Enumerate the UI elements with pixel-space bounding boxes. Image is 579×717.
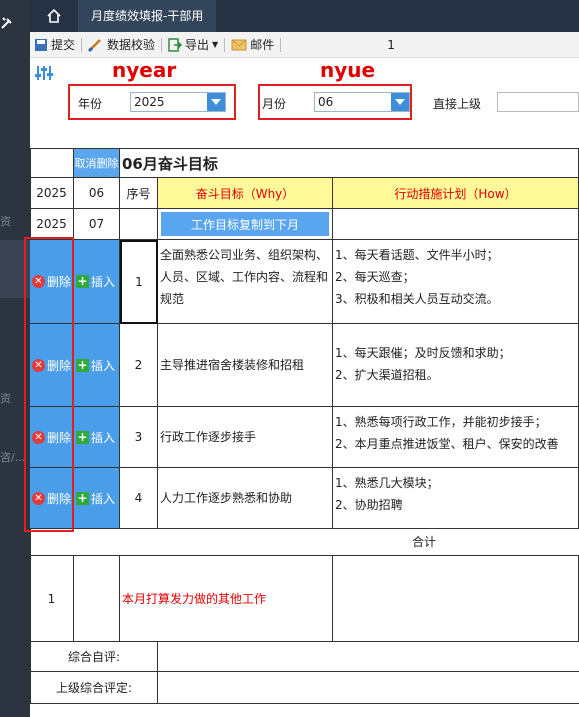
year-label: 年份 bbox=[78, 97, 103, 111]
parameter-panel: nyear nyue 年份 2025 月份 06 直接上级 bbox=[30, 58, 579, 148]
self-eval-label: 综合自评: bbox=[30, 642, 158, 672]
insert-row-button[interactable]: + 插入 bbox=[74, 324, 120, 407]
insert-label: 插入 bbox=[91, 275, 116, 289]
copy-to-next-month-button[interactable]: 工作目标复制到下月 bbox=[161, 212, 329, 236]
measure-line: 3、积极和相关人员互动交流。 bbox=[335, 292, 499, 306]
insert-row-button[interactable]: + 插入 bbox=[74, 240, 120, 324]
next-year: 2025 bbox=[30, 209, 74, 240]
self-eval-input[interactable] bbox=[158, 642, 579, 672]
supervisor-input[interactable] bbox=[497, 92, 579, 112]
plus-icon: + bbox=[76, 274, 89, 288]
year-annotation: nyear bbox=[112, 58, 177, 82]
measure-header: 行动措施计划（How） bbox=[333, 178, 579, 209]
supervisor-label: 直接上级 bbox=[433, 97, 482, 111]
blank-cell bbox=[74, 556, 120, 642]
measure-line: 1、熟悉几大模块； bbox=[335, 476, 439, 490]
chevron-down-icon: ▼ bbox=[212, 40, 219, 49]
submit-label: 提交 bbox=[51, 38, 76, 52]
current-year: 2025 bbox=[30, 178, 74, 209]
current-month: 06 bbox=[74, 178, 120, 209]
plus-icon: + bbox=[76, 490, 89, 505]
measure-line: 1、每天跟催；及时反馈和求助； bbox=[335, 346, 511, 360]
blank-cell bbox=[333, 209, 579, 240]
supervisor-eval-input[interactable] bbox=[158, 672, 579, 704]
plus-icon: + bbox=[76, 429, 89, 444]
plus-icon: + bbox=[76, 357, 89, 372]
measure-line: 1、每天看话题、文件半小时； bbox=[335, 248, 499, 262]
sidebar-item-3[interactable]: 咨/... bbox=[0, 449, 25, 465]
tab-monthly-report[interactable]: 月度绩效填报-干部用 bbox=[78, 0, 216, 32]
chevron-down-icon[interactable] bbox=[207, 93, 225, 111]
insert-label: 插入 bbox=[91, 491, 116, 506]
submit-button[interactable]: 提交 bbox=[30, 34, 79, 56]
insert-label: 插入 bbox=[91, 430, 116, 445]
report-grid: 取消删除 06月奋斗目标 2025 06 序号 奋斗目标（Why） 行动措施计划… bbox=[24, 148, 579, 717]
insert-label: 插入 bbox=[91, 358, 116, 373]
mail-label: 邮件 bbox=[250, 38, 275, 52]
tab-bar: 月度绩效填报-干部用 bbox=[30, 0, 579, 32]
sidebar-item-2[interactable]: 资 bbox=[0, 390, 11, 406]
insert-row-button[interactable]: + 插入 bbox=[74, 407, 120, 468]
supervisor-eval-label: 上级综合评定: bbox=[30, 672, 158, 704]
measure-cell[interactable]: 1、每天跟催；及时反馈和求助； 2、扩大渠道招租。 bbox=[333, 324, 579, 407]
month-label: 月份 bbox=[262, 97, 287, 111]
save-icon bbox=[35, 38, 47, 51]
measure-cell[interactable]: 1、熟悉每项行政工作，并能初步接手； 2、本月重点推进饭堂、租户、保安的改善 bbox=[333, 407, 579, 468]
other-seq: 1 bbox=[30, 556, 74, 642]
filter-settings-icon[interactable] bbox=[34, 64, 54, 82]
mail-button[interactable]: 邮件 bbox=[227, 34, 278, 56]
chevron-down-icon[interactable] bbox=[391, 93, 409, 111]
seq-cell[interactable]: 3 bbox=[120, 407, 158, 468]
goal-cell[interactable]: 人力工作逐步熟悉和协助 bbox=[158, 468, 333, 529]
month-select[interactable]: 06 bbox=[314, 92, 410, 112]
home-icon[interactable] bbox=[30, 0, 78, 32]
toolbar-divider bbox=[161, 37, 163, 52]
toolbar-divider bbox=[81, 37, 83, 52]
measure-line: 1、熟悉每项行政工作，并能初步接手； bbox=[335, 415, 547, 429]
mail-icon bbox=[231, 39, 247, 50]
cancel-delete-button[interactable]: 取消删除 bbox=[74, 149, 120, 178]
tools-icon[interactable] bbox=[0, 14, 14, 34]
blank-cell bbox=[120, 209, 158, 240]
month-value: 06 bbox=[318, 95, 334, 109]
insert-row-button[interactable]: + 插入 bbox=[74, 468, 120, 529]
report-title: 06月奋斗目标 bbox=[120, 149, 579, 178]
delete-column-highlight bbox=[24, 237, 74, 532]
measure-cell[interactable]: 1、熟悉几大模块； 2、协助招聘 bbox=[333, 468, 579, 529]
seq-cell-selected[interactable]: 1 bbox=[120, 240, 158, 324]
seq-header: 序号 bbox=[120, 178, 158, 209]
measure-cell[interactable]: 1、每天看话题、文件半小时； 2、每天巡查； 3、积极和相关人员互动交流。 bbox=[333, 240, 579, 324]
measure-line: 2、扩大渠道招租。 bbox=[335, 368, 439, 382]
year-value: 2025 bbox=[134, 95, 165, 109]
other-work-input[interactable] bbox=[333, 556, 579, 642]
seq-cell[interactable]: 4 bbox=[120, 468, 158, 529]
goal-cell[interactable]: 全面熟悉公司业务、组织架构、人员、区域、工作内容、流程和规范 bbox=[158, 240, 333, 324]
month-annotation: nyue bbox=[320, 58, 376, 82]
page-number: 1 bbox=[387, 37, 395, 52]
copy-cell: 工作目标复制到下月 bbox=[158, 209, 333, 240]
other-work-label: 本月打算发力做的其他工作 bbox=[120, 556, 333, 642]
year-select[interactable]: 2025 bbox=[130, 92, 226, 112]
export-button[interactable]: 导出 ▼ bbox=[164, 34, 222, 56]
sidebar-item-1[interactable]: 资 bbox=[0, 213, 11, 229]
export-icon bbox=[168, 37, 183, 52]
measure-line: 2、协助招聘 bbox=[335, 498, 403, 512]
goal-cell[interactable]: 主导推进宿舍楼装修和招租 bbox=[158, 324, 333, 407]
total-row: 合计 bbox=[30, 529, 579, 556]
brush-icon bbox=[88, 38, 101, 52]
measure-line: 2、每天巡查； bbox=[335, 270, 415, 284]
goal-header: 奋斗目标（Why） bbox=[158, 178, 333, 209]
toolbar-divider bbox=[224, 37, 226, 52]
export-label: 导出 bbox=[185, 38, 210, 52]
toolbar-divider bbox=[280, 37, 282, 52]
validate-button[interactable]: 数据校验 bbox=[84, 34, 159, 56]
toolbar: 提交 数据校验 导出 ▼ 邮件 1 bbox=[30, 32, 579, 58]
blank-cell bbox=[30, 149, 74, 178]
goal-cell[interactable]: 行政工作逐步接手 bbox=[158, 407, 333, 468]
validate-label: 数据校验 bbox=[107, 38, 156, 52]
measure-line: 2、本月重点推进饭堂、租户、保安的改善 bbox=[335, 437, 559, 451]
total-label: 合计 bbox=[412, 535, 437, 549]
next-month: 07 bbox=[74, 209, 120, 240]
seq-cell[interactable]: 2 bbox=[120, 324, 158, 407]
